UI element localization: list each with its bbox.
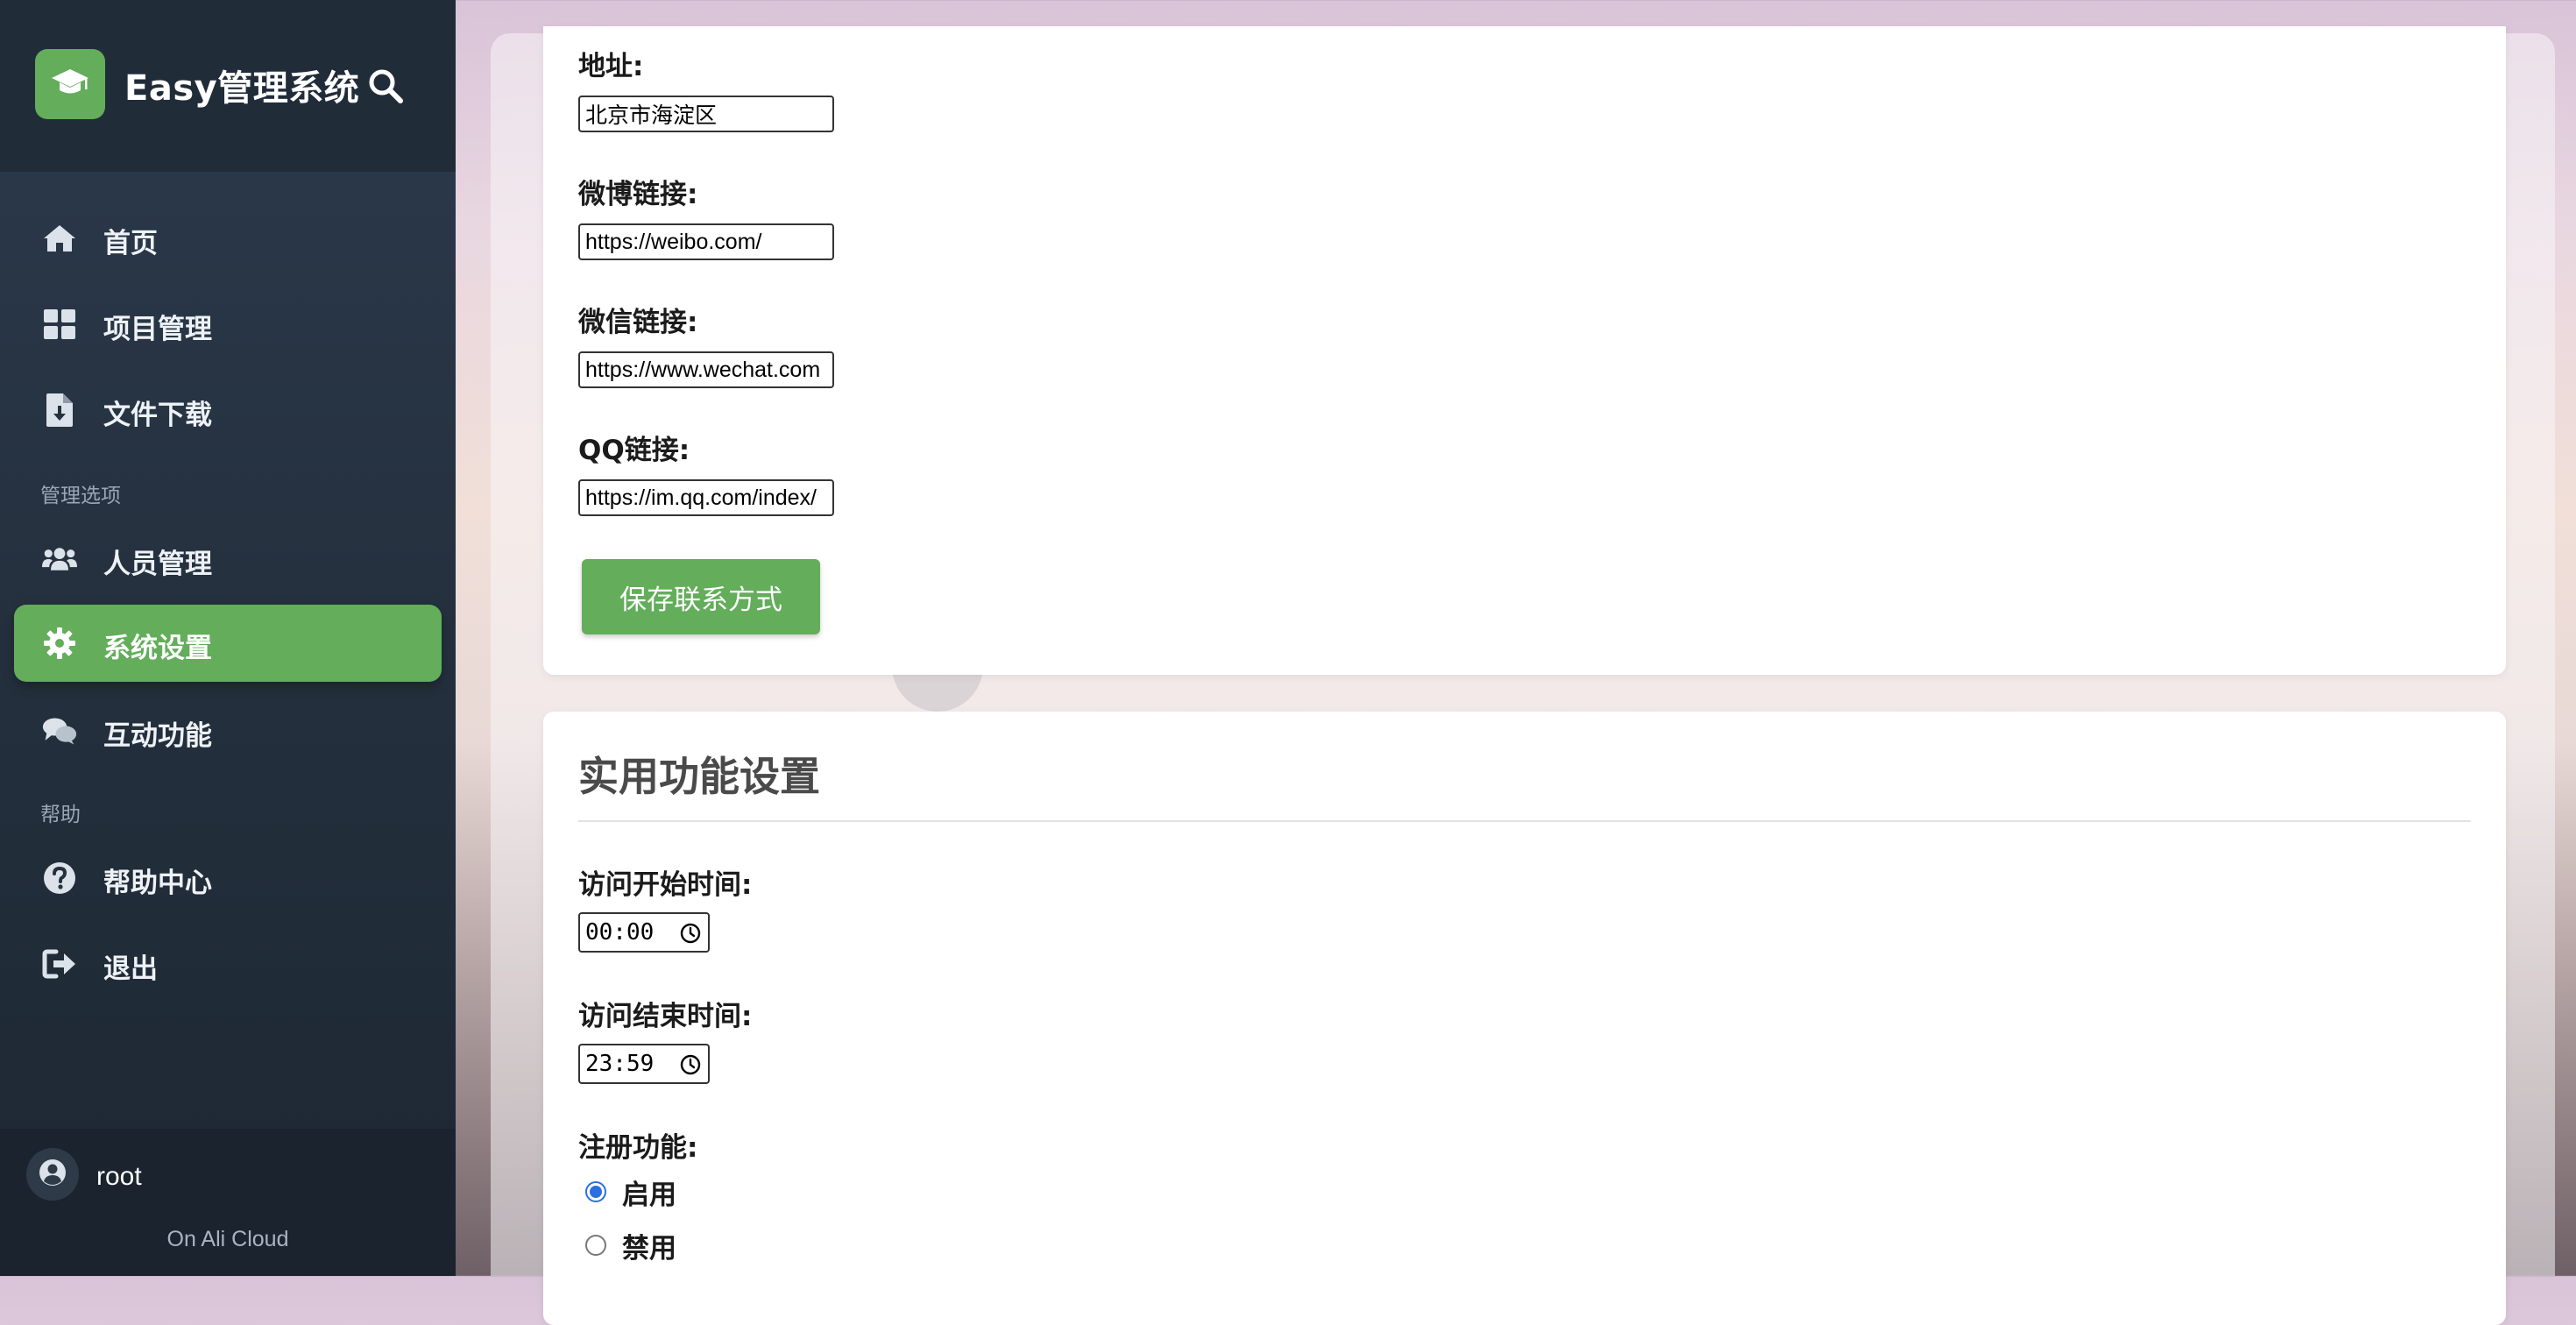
sidebar-item-interaction[interactable]: 互动功能 xyxy=(14,692,442,769)
comments-icon xyxy=(42,715,77,747)
section-title: 实用功能设置 xyxy=(578,753,820,800)
sidebar-item-label: 系统设置 xyxy=(103,633,212,664)
sign-out-icon xyxy=(42,948,77,980)
save-contact-button[interactable]: 保存联系方式 xyxy=(582,559,820,634)
avatar[interactable] xyxy=(26,1148,79,1201)
sidebar-item-label: 帮助中心 xyxy=(103,868,212,899)
sidebar-item-users[interactable]: 人员管理 xyxy=(14,521,442,598)
sidebar-item-label: 互动功能 xyxy=(103,720,212,752)
start-time-value: 00:00 xyxy=(585,919,655,946)
sidebar-item-downloads[interactable]: 文件下载 xyxy=(14,372,442,449)
wechat-label: 微信链接: xyxy=(578,307,698,338)
end-time-value: 23:59 xyxy=(585,1051,655,1077)
sidebar-item-logout[interactable]: 退出 xyxy=(14,925,442,1003)
clock-icon xyxy=(680,923,701,950)
gear-icon xyxy=(42,627,77,659)
start-time-input[interactable]: 00:00 xyxy=(578,912,710,953)
user-panel: root On Ali Cloud xyxy=(0,1129,456,1276)
user-location: On Ali Cloud xyxy=(166,1227,289,1251)
search-button[interactable] xyxy=(366,67,405,105)
search-icon xyxy=(366,69,405,109)
start-time-label: 访问开始时间: xyxy=(578,869,753,901)
sidebar-item-label: 退出 xyxy=(103,953,158,985)
end-time-input[interactable]: 23:59 xyxy=(578,1044,710,1084)
sidebar-item-home[interactable]: 首页 xyxy=(14,200,442,277)
sidebar-item-settings[interactable]: 系统设置 xyxy=(14,605,442,682)
user-circle-icon xyxy=(39,1158,67,1191)
radio-label: 禁用 xyxy=(622,1232,676,1265)
utility-settings-card xyxy=(543,712,2506,1325)
graduation-cap-icon xyxy=(50,66,90,103)
sidebar-item-help-center[interactable]: 帮助中心 xyxy=(14,840,442,917)
register-disable-radio[interactable]: 禁用 xyxy=(585,1228,676,1265)
weibo-input[interactable] xyxy=(578,223,834,260)
end-time-label: 访问结束时间: xyxy=(578,1001,753,1032)
wechat-input[interactable] xyxy=(578,351,834,388)
sidebar-item-label: 项目管理 xyxy=(103,314,212,345)
weibo-label: 微博链接: xyxy=(578,179,698,210)
file-download-icon xyxy=(42,393,77,427)
register-enable-radio[interactable]: 启用 xyxy=(585,1174,676,1211)
question-icon xyxy=(42,862,77,894)
radio-button[interactable] xyxy=(585,1235,606,1256)
address-label: 地址: xyxy=(578,51,644,82)
home-icon xyxy=(42,223,77,254)
qq-input[interactable] xyxy=(578,479,834,516)
sidebar-item-label: 文件下载 xyxy=(103,400,212,431)
radio-button-checked[interactable] xyxy=(585,1181,606,1202)
divider xyxy=(578,820,2471,822)
sidebar-item-label: 人员管理 xyxy=(103,549,212,580)
section-label-manage: 管理选项 xyxy=(40,485,121,507)
users-icon xyxy=(42,543,77,575)
sidebar-item-projects[interactable]: 项目管理 xyxy=(14,286,442,363)
sidebar: Easy管理系统 首页 项目管理 文件下载 管理选项 人员管理 系统设置 互动功… xyxy=(0,0,456,1276)
clock-icon xyxy=(680,1054,701,1081)
logo[interactable] xyxy=(35,49,105,119)
register-label: 注册功能: xyxy=(578,1132,698,1164)
sidebar-item-label: 首页 xyxy=(103,228,158,259)
radio-label: 启用 xyxy=(622,1179,676,1211)
user-name: root xyxy=(96,1162,142,1191)
address-input[interactable] xyxy=(578,96,834,132)
contact-settings-card xyxy=(543,26,2506,675)
qq-label: QQ链接: xyxy=(578,435,690,466)
section-label-help: 帮助 xyxy=(40,804,81,826)
brand-header: Easy管理系统 xyxy=(0,0,456,172)
app-title: Easy管理系统 xyxy=(124,68,360,109)
grid-icon xyxy=(42,308,77,340)
